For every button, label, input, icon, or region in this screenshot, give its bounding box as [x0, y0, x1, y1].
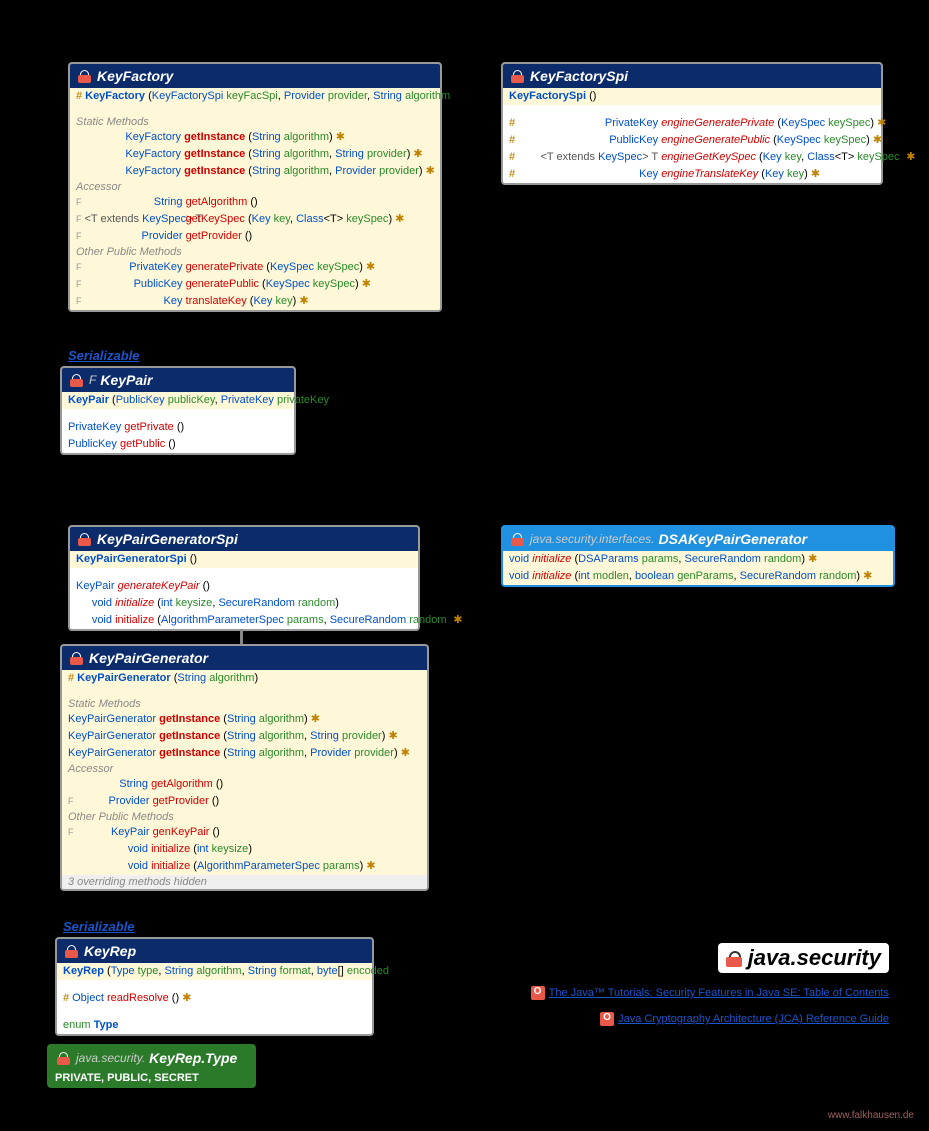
spacer: [70, 568, 418, 578]
method-row: KeyPairGenerator getInstance (String alg…: [62, 728, 427, 745]
spacer: [62, 687, 427, 697]
serializable-label[interactable]: Serializable: [63, 919, 135, 934]
constructor-row: KeyPair (PublicKey publicKey, PrivateKey…: [62, 392, 294, 409]
class-header: java.security.KeyRep.Type: [49, 1046, 254, 1070]
class-title: KeyPairGeneratorSpi: [97, 531, 238, 547]
class-header: KeyPairGeneratorSpi: [70, 527, 418, 551]
class-header: KeyRep: [57, 939, 372, 963]
method-row: KeyPair generateKeyPair (): [70, 578, 418, 595]
spacer: [503, 105, 881, 115]
section-other: Other Public Methods: [62, 810, 427, 824]
constructor-row: #KeyFactory (KeyFactorySpi keyFacSpi, Pr…: [70, 88, 440, 105]
spacer: [57, 1007, 372, 1017]
section-accessor: Accessor: [62, 762, 427, 776]
watermark: www.falkhausen.de: [828, 1110, 914, 1121]
lock-icon: [78, 533, 91, 546]
method-row: FProvider getProvider (): [70, 228, 440, 245]
method-row: FProvider getProvider (): [62, 793, 427, 810]
constructor-row: KeyPairGeneratorSpi (): [70, 551, 418, 568]
method-row: KeyPairGenerator getInstance (String alg…: [62, 711, 427, 728]
method-row: #PublicKey engineGeneratePublic (KeySpec…: [503, 132, 881, 149]
method-row: KeyPairGenerator getInstance (String alg…: [62, 745, 427, 762]
method-row: FPublicKey generatePublic (KeySpec keySp…: [70, 276, 440, 293]
method-row: void initialize (AlgorithmParameterSpec …: [70, 612, 418, 629]
class-title: KeyPairGenerator: [89, 650, 208, 666]
method-row: FKeyPair genKeyPair (): [62, 824, 427, 841]
class-keypairgenerator: KeyPairGenerator #KeyPairGenerator (Stri…: [60, 644, 429, 891]
section-static: Static Methods: [62, 697, 427, 711]
class-keyrep: KeyRep KeyRep (Type type, String algorit…: [55, 937, 374, 1036]
class-keyfactoryspi: KeyFactorySpi KeyFactorySpi () #PrivateK…: [501, 62, 883, 185]
class-title: KeyRep: [84, 943, 136, 959]
method-row: void initialize (AlgorithmParameterSpec …: [62, 858, 427, 875]
class-header: KeyFactorySpi: [503, 64, 881, 88]
section-static: Static Methods: [70, 115, 440, 129]
constructor-row: #KeyPairGenerator (String algorithm): [62, 670, 427, 687]
method-row: PublicKey getPublic (): [62, 436, 294, 453]
lock-icon: [65, 945, 78, 958]
interface-dsakeypairgenerator: java.security.interfaces.DSAKeyPairGener…: [501, 525, 895, 587]
lock-icon: [57, 1052, 70, 1065]
spacer: [62, 409, 294, 419]
class-title: KeyPair: [100, 372, 152, 388]
method-row: void initialize (int keysize): [62, 841, 427, 858]
class-header: FKeyPair: [62, 368, 294, 392]
spacer: [70, 105, 440, 115]
link-tutorials[interactable]: The Java™ Tutorials: Security Features i…: [531, 986, 889, 1000]
enum-keyrep-type: java.security.KeyRep.Type PRIVATE, PUBLI…: [47, 1044, 256, 1088]
method-row: FPrivateKey generatePrivate (KeySpec key…: [70, 259, 440, 276]
class-keypair: FKeyPair KeyPair (PublicKey publicKey, P…: [60, 366, 296, 455]
class-header: java.security.interfaces.DSAKeyPairGener…: [503, 527, 893, 551]
oracle-icon: [531, 986, 545, 1000]
enum-decl: enum Type: [57, 1017, 372, 1034]
package-label: java.security: [718, 943, 889, 973]
lock-icon: [726, 951, 742, 967]
class-keypairgeneratorspi: KeyPairGeneratorSpi KeyPairGeneratorSpi …: [68, 525, 420, 631]
lock-icon: [511, 533, 524, 546]
lock-icon: [70, 374, 83, 387]
method-row: KeyFactory getInstance (String algorithm…: [70, 163, 440, 180]
lock-icon: [511, 70, 524, 83]
method-row: #Object readResolve () ✱: [57, 990, 372, 1007]
lock-icon: [70, 652, 83, 665]
method-row: #PrivateKey engineGeneratePrivate (KeySp…: [503, 115, 881, 132]
method-row: PrivateKey getPrivate (): [62, 419, 294, 436]
class-header: KeyFactory: [70, 64, 440, 88]
constructor-row: KeyRep (Type type, String algorithm, Str…: [57, 963, 372, 980]
section-other: Other Public Methods: [70, 245, 440, 259]
link-jca[interactable]: Java Cryptography Architecture (JCA) Ref…: [600, 1012, 889, 1026]
method-row: FString getAlgorithm (): [70, 194, 440, 211]
enum-values: PRIVATE, PUBLIC, SECRET: [49, 1070, 254, 1086]
method-row: void initialize (int keysize, SecureRand…: [70, 595, 418, 612]
method-row: #<T extends KeySpec> T engineGetKeySpec …: [503, 149, 881, 166]
oracle-icon: [600, 1012, 614, 1026]
class-header: KeyPairGenerator: [62, 646, 427, 670]
lock-icon: [78, 70, 91, 83]
section-accessor: Accessor: [70, 180, 440, 194]
method-row: KeyFactory getInstance (String algorithm…: [70, 129, 440, 146]
method-row: #Key engineTranslateKey (Key key) ✱: [503, 166, 881, 183]
class-title: KeyFactorySpi: [530, 68, 628, 84]
class-title: DSAKeyPairGenerator: [659, 531, 808, 547]
spacer: [57, 980, 372, 990]
constructor-row: KeyFactorySpi (): [503, 88, 881, 105]
method-row: void initialize (int modlen, boolean gen…: [503, 568, 893, 585]
method-row: FKey translateKey (Key key) ✱: [70, 293, 440, 310]
method-row: KeyFactory getInstance (String algorithm…: [70, 146, 440, 163]
footer-hidden-methods: 3 overriding methods hidden: [62, 875, 427, 889]
class-title: KeyFactory: [97, 68, 173, 84]
method-row: F<T extends KeySpec> T getKeySpec (Key k…: [70, 211, 440, 228]
serializable-label[interactable]: Serializable: [68, 348, 140, 363]
method-row: void initialize (DSAParams params, Secur…: [503, 551, 893, 568]
method-row: String getAlgorithm (): [62, 776, 427, 793]
class-keyfactory: KeyFactory #KeyFactory (KeyFactorySpi ke…: [68, 62, 442, 312]
class-title: KeyRep.Type: [149, 1050, 237, 1066]
